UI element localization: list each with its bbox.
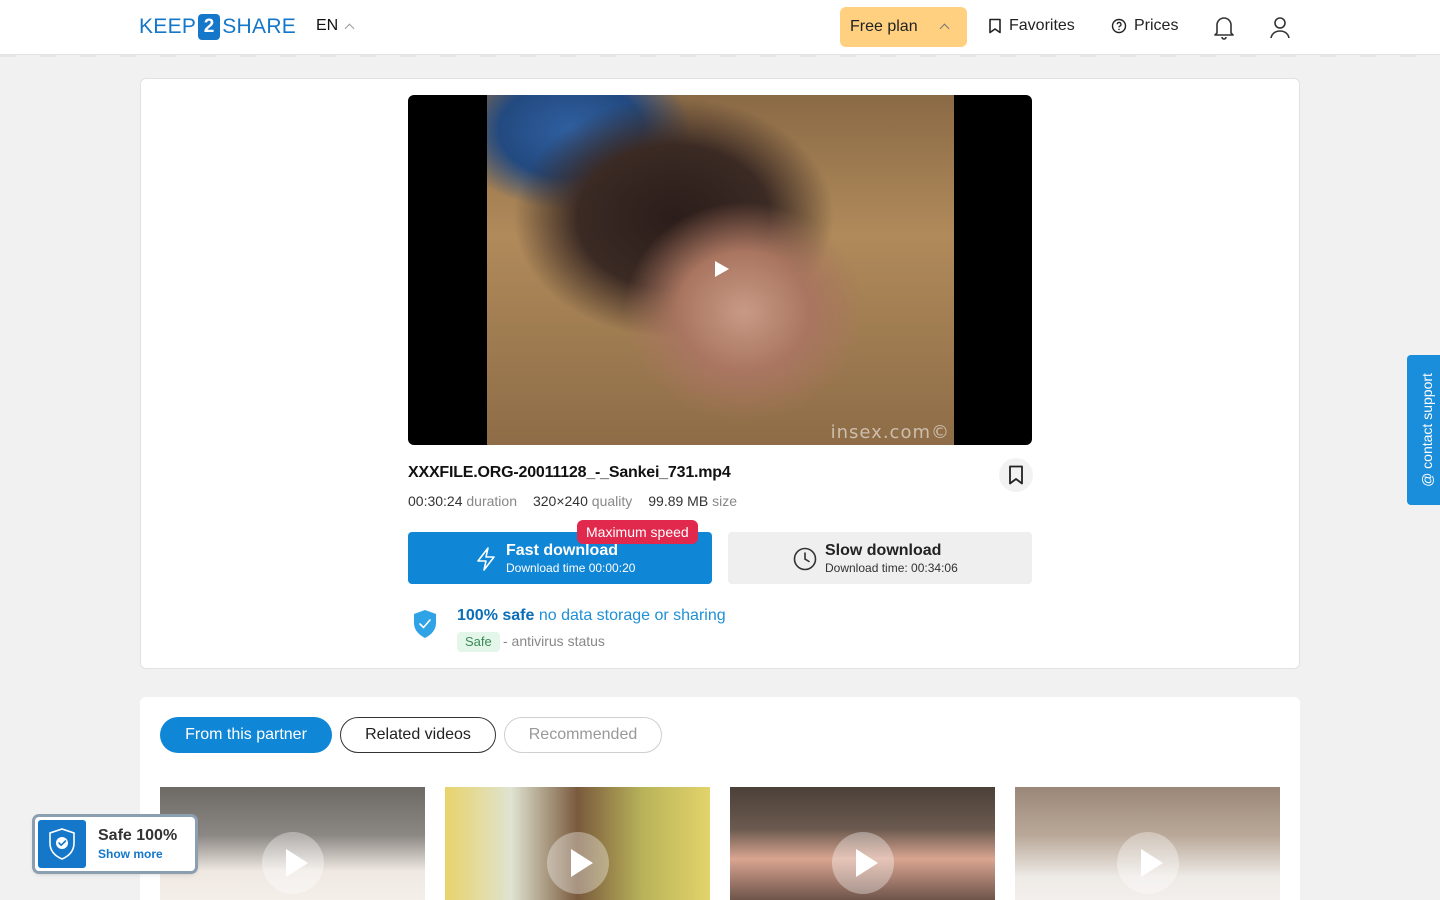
shield-check-icon [49, 828, 75, 860]
bookmark-icon [1009, 465, 1023, 485]
video-thumbnail[interactable] [445, 787, 710, 900]
antivirus-status: - antivirus status [503, 633, 605, 649]
video-thumbnail[interactable] [160, 787, 425, 900]
safe-widget[interactable]: Safe 100% Show more [35, 817, 195, 871]
play-icon [832, 832, 894, 894]
safe-widget-title: Safe 100% [98, 827, 178, 844]
safety-strong: 100% safe [457, 607, 535, 624]
logo-text-right: SHARE [222, 15, 297, 38]
bookmark-icon [989, 18, 1001, 34]
safety-rest: no data storage or sharing [538, 607, 726, 624]
header-divider [0, 55, 1440, 57]
tab-from-this-partner[interactable]: From this partner [160, 717, 332, 753]
prices-label: Prices [1134, 17, 1179, 34]
top-header: KEEP 2 SHARE EN Free plan Favorites Pric… [0, 0, 1440, 55]
logo-text-number: 2 [198, 14, 221, 40]
slow-download-button[interactable]: Slow download Download time: 00:34:06 [728, 532, 1032, 584]
video-watermark: insex.com© [830, 422, 950, 443]
max-speed-badge: Maximum speed [577, 520, 698, 544]
shield-icon-box [38, 820, 86, 868]
chevron-up-icon [939, 23, 950, 34]
nav-favorites[interactable]: Favorites [988, 17, 1075, 35]
antivirus-badge: Safe [457, 632, 500, 652]
fast-download-label: Fast download [506, 542, 618, 559]
fast-download-time: Download time 00:00:20 [506, 561, 636, 575]
bell-icon[interactable] [1212, 14, 1236, 40]
tab-recommended[interactable]: Recommended [504, 717, 662, 753]
slow-download-label: Slow download [825, 542, 942, 559]
shield-check-icon [414, 610, 436, 638]
logo-text-left: KEEP [139, 15, 197, 38]
play-icon [1117, 832, 1179, 894]
chevron-up-icon [344, 23, 355, 34]
video-thumbnail[interactable] [730, 787, 995, 900]
user-icon[interactable] [1268, 14, 1292, 40]
contact-support-label: @ contact support [1419, 373, 1435, 487]
duration-info: 00:30:24 duration [408, 493, 517, 509]
tab-related-videos[interactable]: Related videos [340, 717, 496, 753]
plan-label: Free plan [850, 18, 918, 35]
play-icon [547, 832, 609, 894]
favorites-label: Favorites [1009, 17, 1075, 34]
add-to-favorites-button[interactable] [999, 458, 1033, 492]
lightning-icon [477, 547, 495, 571]
size-info: 99.89 MB size [648, 493, 737, 509]
play-icon[interactable] [715, 261, 729, 277]
safety-note: 100% safe no data storage or sharing [457, 607, 726, 625]
language-selector[interactable]: EN [316, 17, 355, 35]
file-meta: 00:30:24 duration 320×240 quality 99.89 … [408, 493, 737, 509]
slow-download-time: Download time: 00:34:06 [825, 561, 958, 575]
site-logo[interactable]: KEEP 2 SHARE [139, 14, 296, 40]
contact-support-tab[interactable]: @ contact support [1407, 355, 1440, 505]
video-thumbnail[interactable] [1015, 787, 1280, 900]
help-circle-icon [1111, 18, 1127, 34]
nav-prices[interactable]: Prices [1111, 17, 1178, 35]
safe-widget-link[interactable]: Show more [98, 847, 163, 861]
quality-info: 320×240 quality [532, 493, 633, 509]
play-icon [262, 832, 324, 894]
file-name: XXXFILE.ORG-20011128_-_Sankei_731.mp4 [408, 464, 731, 481]
language-label: EN [316, 17, 339, 34]
plan-selector[interactable]: Free plan [840, 7, 967, 47]
clock-icon [793, 547, 817, 571]
